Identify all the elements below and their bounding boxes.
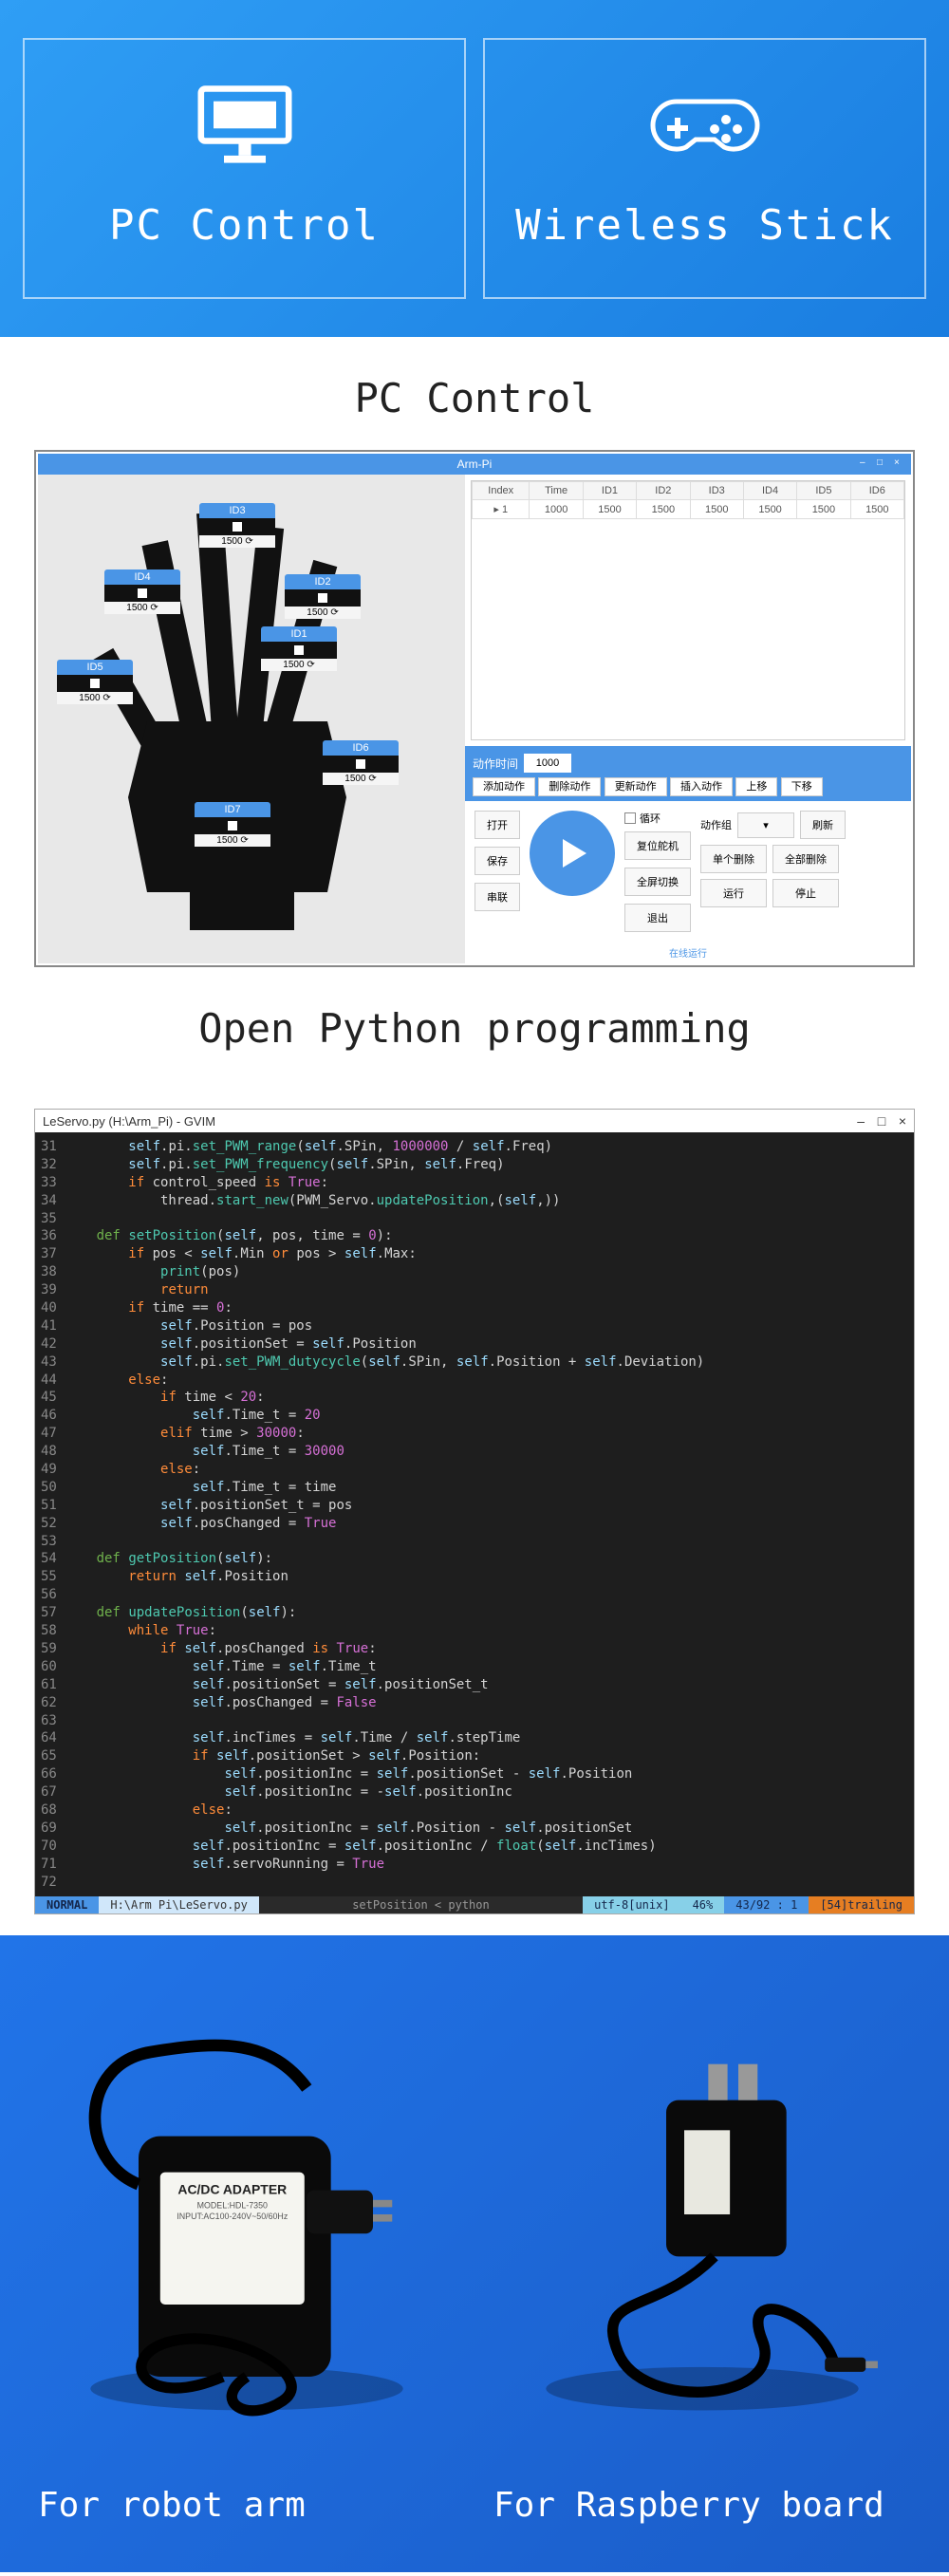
close-icon[interactable]: ×	[894, 457, 907, 471]
editor-statusbar: NORMAL H:\Arm Pi\LeServo.py setPosition …	[35, 1896, 914, 1913]
editor-title: LeServo.py (H:\Arm_Pi) - GVIM	[43, 1114, 215, 1129]
file-path: H:\Arm Pi\LeServo.py	[99, 1896, 259, 1913]
status-line: 在线运行	[465, 942, 911, 963]
action-button[interactable]: 下移	[781, 777, 823, 796]
editor-titlebar: LeServo.py (H:\Arm_Pi) - GVIM – □ ×	[35, 1110, 914, 1132]
gamepad-icon	[648, 87, 762, 163]
control-zone: 打开保存串联 循环 复位舵机全屏切换退出 动作组 ▾ 刷新 单个	[465, 801, 911, 942]
group-button[interactable]: 运行	[700, 879, 767, 907]
adapter-robot-arm: AC/DC ADAPTER MODEL:HDL-7350 INPUT:AC100…	[38, 1973, 456, 2525]
minimize-icon[interactable]: –	[860, 457, 873, 471]
armpi-app-window: Arm-Pi – □ × ID31500 ⟳ID41500 ⟳ID21500	[34, 450, 915, 967]
close-icon[interactable]: ×	[899, 1113, 906, 1129]
adapter-caption: For Raspberry board	[493, 2486, 884, 2525]
group-label: 动作组	[700, 817, 732, 832]
control-button[interactable]: 串联	[474, 883, 520, 911]
servo-chip-id7[interactable]: ID71500 ⟳	[195, 802, 270, 847]
app-title: Arm-Pi	[457, 457, 493, 471]
app-titlebar: Arm-Pi – □ ×	[38, 454, 911, 475]
col-index: Index	[473, 482, 530, 500]
encoding: utf-8[unix]	[583, 1896, 680, 1913]
line-gutter: 31 32 33 34 35 36 37 38 39 40 41 42 43 4…	[35, 1132, 65, 1896]
control-button[interactable]: 全屏切换	[624, 868, 691, 896]
action-button[interactable]: 插入动作	[670, 777, 733, 796]
trailing-warn: [54]trailing	[809, 1896, 914, 1913]
code-body: 31 32 33 34 35 36 37 38 39 40 41 42 43 4…	[35, 1132, 914, 1896]
time-label: 动作时间	[473, 756, 518, 772]
action-button[interactable]: 删除动作	[538, 777, 601, 796]
svg-text:INPUT:AC100-240V~50/60Hz: INPUT:AC100-240V~50/60Hz	[177, 2212, 288, 2221]
servo-table: IndexTimeID1ID2ID3ID4ID5ID6 ▸ 1100015001…	[471, 480, 905, 740]
minimize-icon[interactable]: –	[857, 1113, 865, 1129]
group-dropdown[interactable]: ▾	[737, 812, 794, 838]
action-button[interactable]: 上移	[735, 777, 777, 796]
col-id4: ID4	[743, 482, 796, 500]
top-feature-cards: PC Control Wireless Stick	[0, 0, 949, 337]
servo-chip-id4[interactable]: ID41500 ⟳	[104, 569, 180, 614]
control-button[interactable]: 打开	[474, 811, 520, 839]
group-button[interactable]: 全部删除	[772, 845, 839, 873]
adapter-caption: For robot arm	[38, 2486, 306, 2525]
section-heading-python: Open Python programming	[0, 1005, 949, 1052]
code-content[interactable]: self.pi.set_PWM_range(self.SPin, 1000000…	[65, 1132, 914, 1896]
acdc-adapter-image: AC/DC ADAPTER MODEL:HDL-7350 INPUT:AC100…	[38, 1973, 456, 2467]
action-button[interactable]: 添加动作	[473, 777, 535, 796]
servo-chip-id3[interactable]: ID31500 ⟳	[199, 503, 275, 548]
current-function: setPosition < python	[259, 1896, 583, 1913]
control-button[interactable]: 复位舵机	[624, 831, 691, 860]
usb-adapter-image	[493, 1973, 911, 2467]
robot-hand-image	[57, 503, 418, 930]
line-pos: 43/92 : 1	[724, 1896, 809, 1913]
feature-card-wireless: Wireless Stick	[483, 38, 926, 299]
col-id2: ID2	[637, 482, 690, 500]
section-heading-pc-control: PC Control	[0, 375, 949, 421]
action-bar: 动作时间 1000 添加动作 删除动作 更新动作 插入动作 上移 下移	[465, 746, 911, 801]
group-button[interactable]: 停止	[772, 879, 839, 907]
adapter-raspberry: For Raspberry board	[493, 1973, 911, 2525]
adapters-section: AC/DC ADAPTER MODEL:HDL-7350 INPUT:AC100…	[0, 1935, 949, 2572]
scroll-pct: 46%	[681, 1896, 725, 1913]
group-button[interactable]: 单个删除	[700, 845, 767, 873]
maximize-icon[interactable]: □	[878, 1113, 885, 1129]
control-button[interactable]: 保存	[474, 847, 520, 875]
code-editor-window: LeServo.py (H:\Arm_Pi) - GVIM – □ × 31 3…	[34, 1109, 915, 1914]
refresh-button[interactable]: 刷新	[800, 811, 846, 839]
control-button[interactable]: 退出	[624, 904, 691, 932]
time-input[interactable]: 1000	[524, 754, 571, 773]
servo-chip-id2[interactable]: ID21500 ⟳	[285, 574, 361, 619]
col-id6: ID6	[850, 482, 903, 500]
vim-mode: NORMAL	[35, 1896, 99, 1913]
feature-card-pc: PC Control	[23, 38, 466, 299]
col-id5: ID5	[797, 482, 850, 500]
servo-chip-id6[interactable]: ID61500 ⟳	[323, 740, 399, 785]
col-id1: ID1	[583, 482, 636, 500]
feature-card-label: PC Control	[109, 201, 380, 250]
app-right-panel: IndexTimeID1ID2ID3ID4ID5ID6 ▸ 1100015001…	[465, 475, 911, 963]
action-button[interactable]: 更新动作	[605, 777, 667, 796]
feature-card-label: Wireless Stick	[515, 201, 894, 250]
app-left-panel: ID31500 ⟳ ID41500 ⟳ ID21500 ⟳ ID11500 ⟳ ID51…	[38, 475, 465, 963]
servo-chip-id1[interactable]: ID11500 ⟳	[261, 626, 337, 671]
svg-text:AC/DC ADAPTER: AC/DC ADAPTER	[177, 2182, 287, 2197]
maximize-icon[interactable]: □	[877, 457, 890, 471]
col-id3: ID3	[690, 482, 743, 500]
monitor-icon	[188, 87, 302, 163]
window-buttons: – □ ×	[860, 457, 907, 471]
servo-chip-id5[interactable]: ID51500 ⟳	[57, 660, 133, 704]
table-row[interactable]: ▸ 11000150015001500150015001500	[473, 500, 904, 519]
loop-checkbox[interactable]: 循环	[624, 811, 691, 826]
play-button[interactable]	[530, 811, 615, 896]
col-time: Time	[530, 482, 583, 500]
svg-text:MODEL:HDL-7350: MODEL:HDL-7350	[197, 2201, 268, 2211]
